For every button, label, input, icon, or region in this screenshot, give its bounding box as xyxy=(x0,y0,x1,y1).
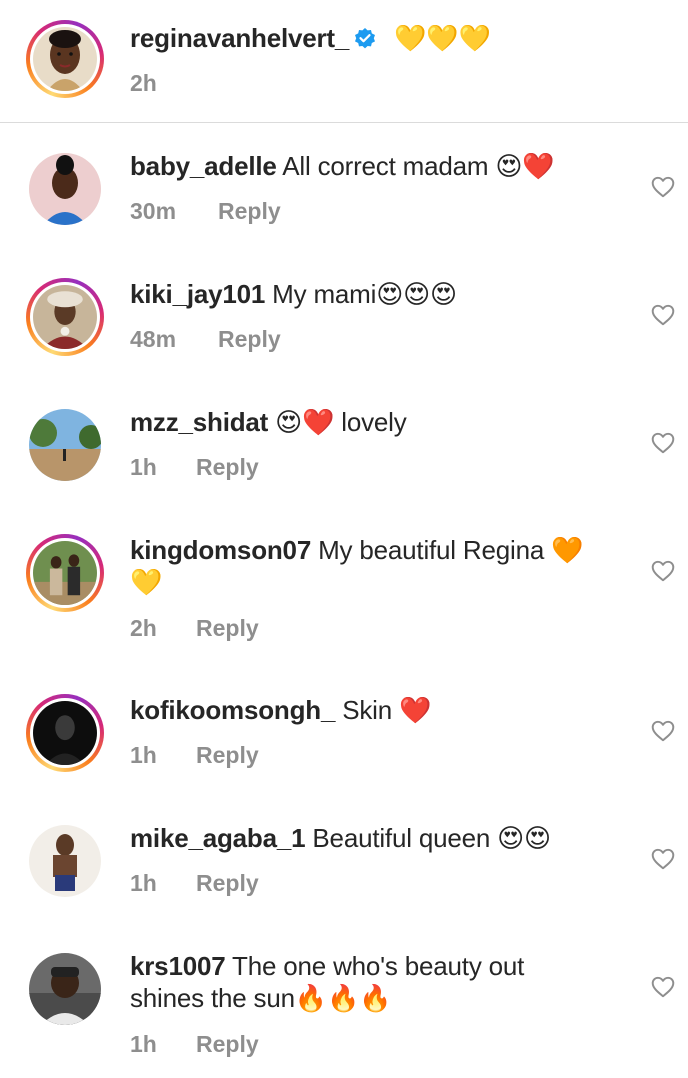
comment-body: Beautiful queen 😍😍 xyxy=(305,823,551,853)
comment-text-line: krs1007 The one who's beauty out shines t… xyxy=(130,950,610,1014)
divider xyxy=(0,122,688,123)
comment-body-continued: shines the sun🔥🔥🔥 xyxy=(130,983,392,1013)
comment-text-line: kiki_jay101 My mami😍😍😍 xyxy=(130,278,610,310)
comment-avatar[interactable] xyxy=(26,150,104,228)
comment-text-line: kingdomson07 My beautiful Regina 🧡 💛 xyxy=(130,534,610,598)
comment-text-line: mike_agaba_1 Beautiful queen 😍😍 xyxy=(130,822,610,854)
verified-badge-icon xyxy=(353,25,377,49)
comment-avatar[interactable] xyxy=(26,822,104,900)
heart-outline-icon[interactable] xyxy=(650,846,676,872)
comment-body: Skin ❤️ xyxy=(335,695,432,725)
comment-username[interactable]: kofikoomsongh_ xyxy=(130,695,335,725)
heart-outline-icon[interactable] xyxy=(650,174,676,200)
post-meta: 2h xyxy=(130,70,157,97)
comment-time: 1h xyxy=(130,1031,157,1057)
reply-button[interactable]: Reply xyxy=(196,615,259,642)
comment-time: 30m xyxy=(130,198,177,224)
post-caption-line: reginavanhelvert_ 💛💛💛 xyxy=(130,22,610,54)
comment-body: 😍❤️ lovely xyxy=(268,407,407,437)
comment-text-line: baby_adelle All correct madam 😍❤️ xyxy=(130,150,610,182)
comment-body: The one who's beauty out xyxy=(225,951,525,981)
comment-time: 2h xyxy=(130,615,157,641)
heart-outline-icon[interactable] xyxy=(650,558,676,584)
comment-meta: 1h Reply xyxy=(130,742,259,769)
comment-username[interactable]: mzz_shidat xyxy=(130,407,268,437)
reply-button[interactable]: Reply xyxy=(196,454,259,481)
heart-outline-icon[interactable] xyxy=(650,718,676,744)
post-header: reginavanhelvert_ 💛💛💛 2h xyxy=(0,0,688,122)
comment-time: 1h xyxy=(130,870,157,896)
comment-username[interactable]: kingdomson07 xyxy=(130,535,311,565)
comment-meta: 48m Reply xyxy=(130,326,281,353)
post-time: 2h xyxy=(130,70,157,96)
post-caption-text: 💛💛💛 xyxy=(394,23,491,53)
comment-text-line: mzz_shidat 😍❤️ lovely xyxy=(130,406,610,438)
comment-avatar[interactable] xyxy=(26,406,104,484)
comment-username[interactable]: krs1007 xyxy=(130,951,226,981)
comment-avatar[interactable] xyxy=(26,950,104,1028)
comment-username[interactable]: mike_agaba_1 xyxy=(130,823,306,853)
comment-body: My beautiful Regina 🧡 xyxy=(311,535,584,565)
comment-time: 1h xyxy=(130,454,157,480)
comment-meta: 1h Reply xyxy=(130,870,259,897)
reply-button[interactable]: Reply xyxy=(196,742,259,769)
reply-button[interactable]: Reply xyxy=(218,326,281,353)
comment-body-continued: 💛 xyxy=(130,567,163,597)
heart-outline-icon[interactable] xyxy=(650,974,676,1000)
comment-body: All correct madam 😍❤️ xyxy=(276,151,555,181)
heart-outline-icon[interactable] xyxy=(650,302,676,328)
comment-username[interactable]: baby_adelle xyxy=(130,151,277,181)
comment-time: 48m xyxy=(130,326,177,352)
comment-avatar[interactable] xyxy=(26,278,104,356)
comment-meta: 30m Reply xyxy=(130,198,281,225)
comment-body: My mami😍😍😍 xyxy=(265,279,457,309)
reply-button[interactable]: Reply xyxy=(196,1031,259,1058)
comment-text-line: kofikoomsongh_ Skin ❤️ xyxy=(130,694,610,726)
comment-meta: 1h Reply xyxy=(130,454,259,481)
comment-meta: 2h Reply xyxy=(130,615,259,642)
comment-avatar[interactable] xyxy=(26,534,104,612)
comment-time: 1h xyxy=(130,742,157,768)
reply-button[interactable]: Reply xyxy=(196,870,259,897)
comment-meta: 1h Reply xyxy=(130,1031,259,1058)
comment-avatar[interactable] xyxy=(26,694,104,772)
comment-username[interactable]: kiki_jay101 xyxy=(130,279,265,309)
post-username[interactable]: reginavanhelvert_ xyxy=(130,23,349,53)
reply-button[interactable]: Reply xyxy=(218,198,281,225)
heart-outline-icon[interactable] xyxy=(650,430,676,456)
post-author-avatar[interactable] xyxy=(26,20,104,98)
